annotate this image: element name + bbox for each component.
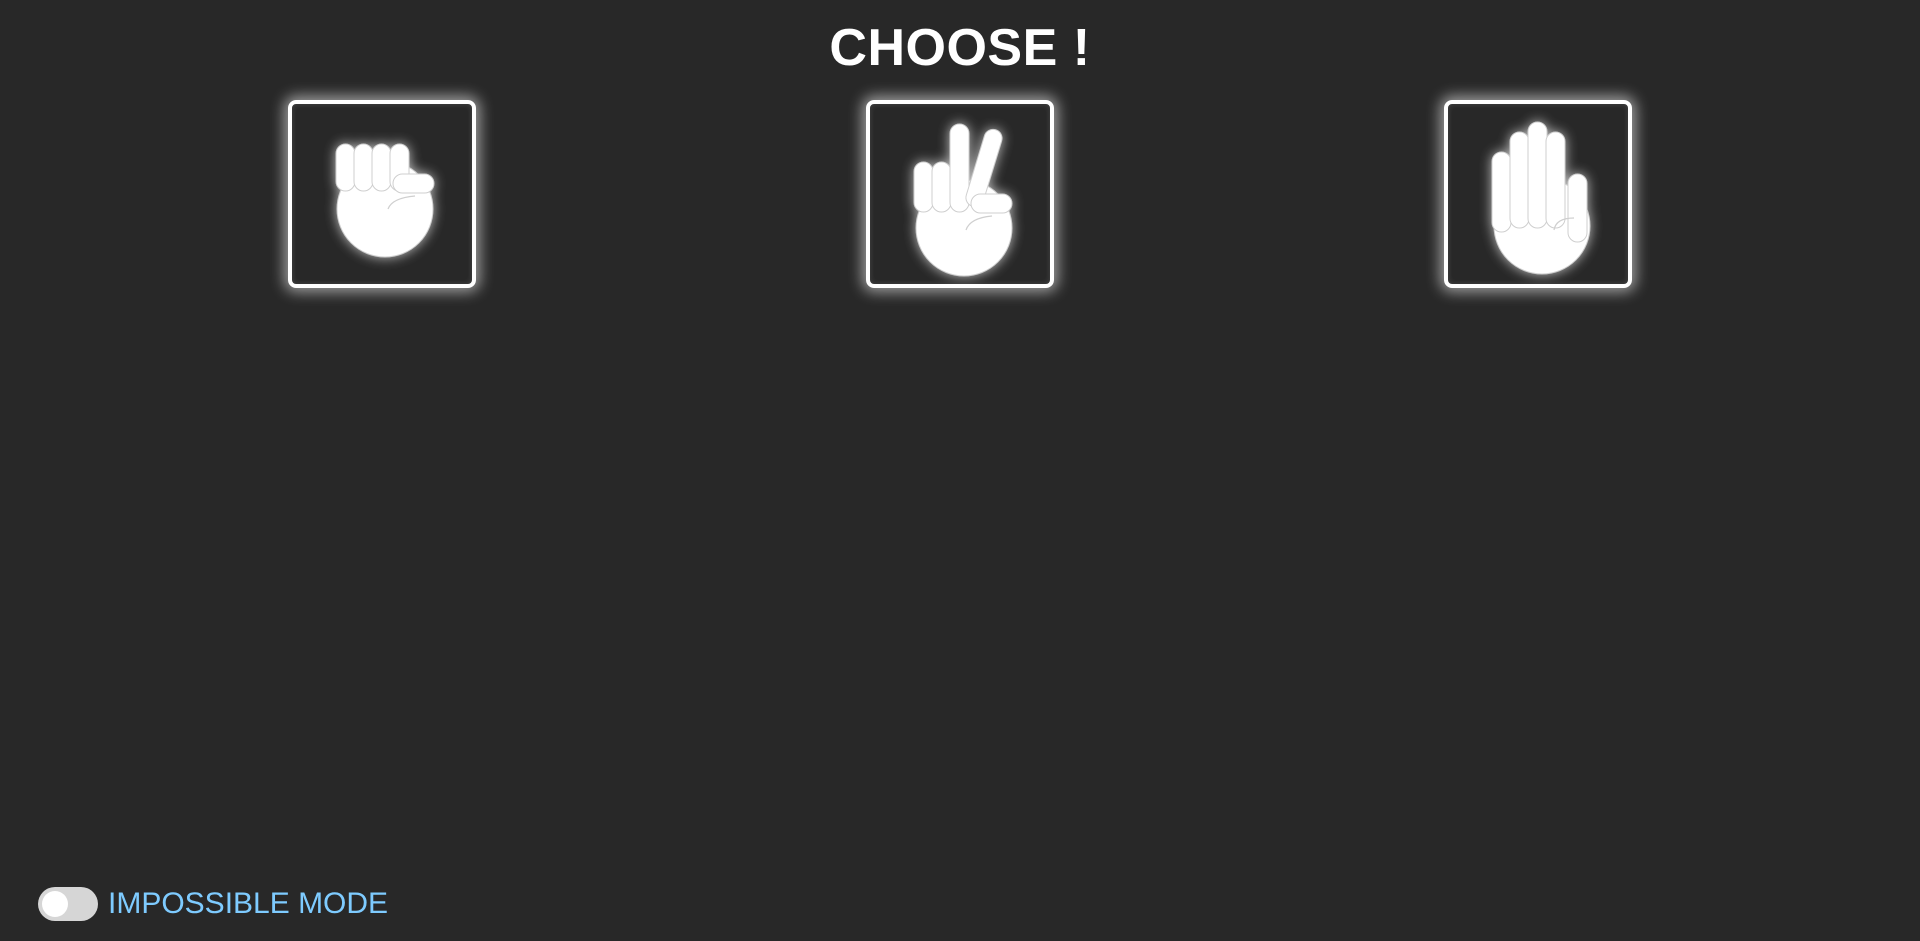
paper-button[interactable]	[1444, 100, 1632, 288]
impossible-mode-label: IMPOSSIBLE MODE	[108, 887, 389, 920]
page-title: CHOOSE !	[829, 19, 1091, 77]
peace-hand-icon	[913, 123, 1013, 277]
toggle-knob	[42, 891, 68, 917]
game-page: CHOOSE ! IMPOSSIBLE MODE	[0, 0, 1920, 941]
impossible-mode-control: IMPOSSIBLE MODE	[38, 887, 388, 921]
impossible-mode-toggle[interactable]	[38, 887, 98, 921]
fist-icon	[335, 143, 435, 258]
open-hand-icon	[1491, 121, 1591, 275]
rock-button[interactable]	[288, 100, 476, 288]
scissors-button[interactable]	[866, 100, 1054, 288]
